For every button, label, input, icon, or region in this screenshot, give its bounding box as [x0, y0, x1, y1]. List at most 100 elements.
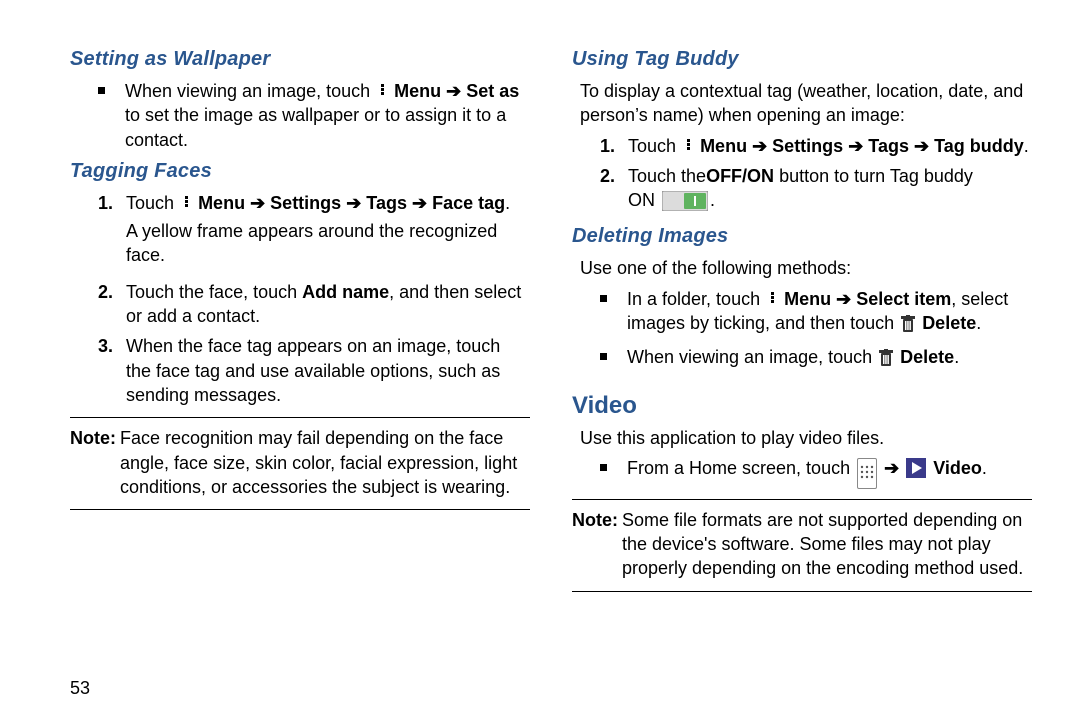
- text: From a Home screen, touch: [627, 458, 855, 478]
- text: Touch the face, touch: [126, 282, 302, 302]
- vertical-menu-icon: [377, 83, 387, 99]
- toggle-on-icon: [662, 191, 708, 217]
- text: Touch: [126, 193, 179, 213]
- face-tag-label: Face tag: [432, 193, 505, 213]
- note-label: Note:: [572, 508, 618, 532]
- tags-label: Tags: [366, 193, 407, 213]
- text: Touch: [628, 136, 681, 156]
- text: .: [505, 193, 510, 213]
- arrow-icon: ➔: [848, 136, 868, 156]
- subhead-deleting-images: Deleting Images: [572, 223, 1032, 250]
- text: In a folder, touch: [627, 289, 765, 309]
- trash-icon: [901, 315, 915, 339]
- arrow-icon: ➔: [250, 193, 270, 213]
- video-play-icon: [906, 458, 926, 484]
- text: .: [1024, 136, 1029, 156]
- bullet-text: From a Home screen, touch ➔ Video.: [627, 456, 987, 488]
- separator: [70, 417, 530, 418]
- bullet-delete-viewing: When viewing an image, touch Delete.: [600, 345, 1032, 373]
- note-body: Face recognition may fail depending on t…: [120, 426, 530, 499]
- text: Touch the: [628, 166, 706, 186]
- arrow-icon: ➔: [884, 458, 904, 478]
- text: .: [982, 458, 987, 478]
- menu-label: Menu: [784, 289, 831, 309]
- step-text: Touch Menu ➔ Settings ➔ Tags ➔ Tag buddy…: [628, 134, 1029, 158]
- subhead-tag-buddy: Using Tag Buddy: [572, 46, 1032, 73]
- arrow-icon: ➔: [836, 289, 856, 309]
- step-1: 1. Touch Menu ➔ Settings ➔ Tags ➔ Face t…: [98, 191, 530, 274]
- vertical-menu-icon: [767, 291, 777, 307]
- subhead-setting-wallpaper: Setting as Wallpaper: [70, 46, 530, 73]
- delete-label: Delete: [900, 347, 954, 367]
- text: .: [954, 347, 959, 367]
- text: .: [976, 313, 981, 333]
- bullet-set-as: When viewing an image, touch Menu ➔ Set …: [98, 79, 530, 152]
- step-2: 2. Touch the face, touch Add name, and t…: [98, 280, 530, 329]
- settings-label: Settings: [270, 193, 341, 213]
- text: .: [710, 190, 715, 210]
- select-item-label: Select item: [856, 289, 951, 309]
- step-text: Touch the face, touch Add name, and then…: [126, 280, 530, 329]
- step-text: Touch theOFF/ON button to turn Tag buddy…: [628, 164, 973, 218]
- trash-icon: [879, 349, 893, 373]
- square-bullet-icon: [600, 353, 607, 360]
- arrow-icon: ➔: [752, 136, 772, 156]
- arrow-icon: ➔: [914, 136, 934, 156]
- step-number: 2.: [98, 280, 120, 304]
- separator: [572, 591, 1032, 592]
- menu-label: Menu: [394, 81, 441, 101]
- text: to set the image as wallpaper or to assi…: [125, 105, 506, 149]
- arrow-icon: ➔: [446, 81, 466, 101]
- arrow-icon: ➔: [346, 193, 366, 213]
- tag-buddy-label: Tag buddy: [934, 136, 1024, 156]
- square-bullet-icon: [600, 464, 607, 471]
- step-2: 2. Touch theOFF/ON button to turn Tag bu…: [600, 164, 1032, 218]
- menu-label: Menu: [198, 193, 245, 213]
- arrow-icon: ➔: [412, 193, 432, 213]
- step-number: 1.: [98, 191, 120, 215]
- step-number: 1.: [600, 134, 622, 158]
- note-label: Note:: [70, 426, 116, 450]
- step-text: Touch Menu ➔ Settings ➔ Tags ➔ Face tag.…: [126, 191, 530, 274]
- step-number: 2.: [600, 164, 622, 188]
- square-bullet-icon: [600, 295, 607, 302]
- tags-label: Tags: [868, 136, 909, 156]
- on-label: ON: [628, 190, 660, 210]
- set-as-label: Set as: [466, 81, 519, 101]
- text: A yellow frame appears around the recogn…: [126, 219, 530, 268]
- text: button to turn Tag buddy: [774, 166, 973, 186]
- bullet-delete-folder: In a folder, touch Menu ➔ Select item, s…: [600, 287, 1032, 340]
- settings-label: Settings: [772, 136, 843, 156]
- square-bullet-icon: [98, 87, 105, 94]
- intro-text: To display a contextual tag (weather, lo…: [580, 79, 1032, 128]
- step-number: 3.: [98, 334, 120, 358]
- bullet-text: When viewing an image, touch Delete.: [627, 345, 959, 373]
- text: When viewing an image, touch: [125, 81, 375, 101]
- subhead-tagging-faces: Tagging Faces: [70, 158, 530, 185]
- text: When viewing an image, touch: [627, 347, 877, 367]
- bullet-text: In a folder, touch Menu ➔ Select item, s…: [627, 287, 1032, 340]
- delete-label: Delete: [922, 313, 976, 333]
- off-on-label: OFF/ON: [706, 166, 774, 186]
- separator: [572, 499, 1032, 500]
- intro-text: Use this application to play video files…: [580, 426, 1032, 450]
- bullet-video-launch: From a Home screen, touch ➔ Video.: [600, 456, 1032, 488]
- vertical-menu-icon: [683, 138, 693, 154]
- page-number: 53: [70, 676, 90, 700]
- intro-text: Use one of the following methods:: [580, 256, 1032, 280]
- menu-label: Menu: [700, 136, 747, 156]
- right-column: Using Tag Buddy To display a contextual …: [572, 40, 1032, 600]
- note-face-recognition: Note: Face recognition may fail dependin…: [70, 426, 530, 499]
- separator: [70, 509, 530, 510]
- section-head-video: Video: [572, 390, 1032, 422]
- step-1: 1. Touch Menu ➔ Settings ➔ Tags ➔ Tag bu…: [600, 134, 1032, 158]
- add-name-label: Add name: [302, 282, 389, 302]
- step-3: 3. When the face tag appears on an image…: [98, 334, 530, 407]
- note-body: Some file formats are not supported depe…: [622, 508, 1032, 581]
- note-video-formats: Note: Some file formats are not supporte…: [572, 508, 1032, 581]
- bullet-text: When viewing an image, touch Menu ➔ Set …: [125, 79, 530, 152]
- vertical-menu-icon: [181, 195, 191, 211]
- video-label: Video: [933, 458, 982, 478]
- step-text: When the face tag appears on an image, t…: [126, 334, 530, 407]
- left-column: Setting as Wallpaper When viewing an ima…: [70, 40, 530, 600]
